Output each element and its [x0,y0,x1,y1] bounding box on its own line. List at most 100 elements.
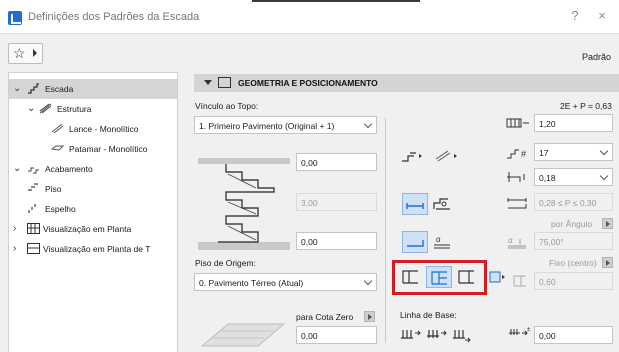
tree-item-lance[interactable]: Lance - Monolítico [9,119,177,139]
collapse-icon[interactable] [204,80,212,85]
baseline-label: Linha de Base: [400,310,457,320]
tread-depth-field: 0,28 ≤ P ≤ 0,30 [534,193,613,211]
fixed-label: Fixo (centro) [549,258,597,268]
svg-text:#: # [521,149,526,159]
stair-preview-image [198,158,290,250]
column-divider [385,118,386,343]
landing-icon [51,143,64,154]
chevron-right-icon[interactable]: › [13,223,16,234]
favorites-button[interactable]: ☆ [8,43,43,64]
origin-floor-select[interactable]: 0. Pavimento Térreo (Atual) [194,273,377,291]
settings-tree: ⌄ Escada ⌄ Estrutura Lance - Monolítico … [8,72,178,352]
fixed-offset-field: 0,60 [534,272,613,290]
stair-icon [27,83,40,94]
tree-item-visualizacao-planta[interactable]: › Visualização em Planta [9,219,177,239]
riser-count-mode-button[interactable] [430,193,456,215]
structure-type-button[interactable] [398,145,432,167]
angle-mode-label: por Ângulo [551,219,593,229]
chevron-right-icon[interactable]: › [13,243,16,254]
toolbar [0,34,619,72]
zero-ref-menu-button[interactable] [364,311,375,322]
tree-item-piso[interactable]: Piso [9,179,177,199]
riser-height-value: 0,18 [539,173,556,183]
base-preview-image [198,318,290,348]
riser-height-select[interactable]: 0,18 [534,168,613,186]
zero-ref-value: 0,00 [301,331,318,341]
tree-item-espelho[interactable]: Espelho [9,199,177,219]
fixed-menu-button[interactable] [602,257,613,268]
title-bar: Definições dos Padrões da Escada ? × [0,0,619,34]
tree-item-acabamento[interactable]: ⌄ Acabamento [9,159,177,179]
angle-field: 75,00° [534,232,613,250]
tree-item-escada[interactable]: ⌄ Escada [9,79,177,99]
tree-item-label: Lance - Monolítico [69,124,139,134]
tree-item-label: Espelho [45,204,76,214]
stair-height-lock-button[interactable] [402,193,428,215]
tree-item-label: Estrutura [57,104,92,114]
baseline-offset-value: 0,00 [539,331,556,341]
bottom-offset-value: 0,00 [301,237,318,247]
flight-icon [51,123,64,134]
tree-item-label: Escada [45,84,74,94]
flight-type-button[interactable] [432,145,466,167]
formula-label: 2E + P = 0,63 [560,101,612,111]
chevron-down-icon [599,146,609,156]
svg-text:α: α [436,235,441,244]
baseline-right-button[interactable] [450,322,476,344]
top-link-value: 1. Primeiro Pavimento (Original + 1) [199,121,335,131]
fixed-offset-value: 0,60 [539,277,556,287]
help-button[interactable]: ? [565,8,585,23]
tree-item-label: Acabamento [45,164,93,174]
flight-width-value: 1,20 [539,119,556,129]
app-icon [8,11,22,25]
riser-count-select[interactable]: 17 [534,143,613,161]
origin-floor-value: 0. Pavimento Térreo (Atual) [199,278,304,288]
angle-icon: α [506,235,530,249]
structure-icon [39,103,52,114]
flight-width-icon [506,117,530,129]
top-offset-field[interactable]: 0,00 [296,153,377,171]
section-title: GEOMETRIA E POSICIONAMENTO [238,78,378,88]
top-divider [252,0,420,2]
stair-height-value: 3,00 [301,198,318,208]
chevron-right-icon [33,49,37,57]
window-title: Definições dos Padrões da Escada [28,11,200,23]
tree-item-visualizacao-planta-t[interactable]: › Visualização em Planta de T [9,239,177,259]
riser-count-value: 17 [539,148,549,158]
walking-line-options-button[interactable] [488,266,508,288]
top-offset-value: 0,00 [301,158,318,168]
chevron-down-icon [363,276,373,286]
zero-ref-field[interactable]: 0,00 [296,326,377,344]
angle-mode-menu-button[interactable] [602,218,613,229]
chevron-down-icon[interactable]: ⌄ [13,83,21,94]
tread-icon [27,183,40,194]
star-icon: ☆ [13,45,26,61]
baseline-offset-field[interactable]: 0,00 [534,326,613,344]
close-button[interactable]: × [592,8,612,23]
chevron-down-icon[interactable]: ⌄ [27,103,35,114]
baseline-offset-icon: ± [508,325,532,339]
tread-depth-icon [506,196,530,210]
tree-item-label: Visualização em Planta de T [43,244,151,254]
baseline-center-button[interactable] [424,322,450,344]
plan-view-icon [27,223,40,234]
tread-depth-value: 0,28 ≤ P ≤ 0,30 [539,198,597,208]
riser-icon [27,203,40,214]
tree-item-patamar[interactable]: Patamar - Monolítico [9,139,177,159]
svg-text:α: α [508,236,513,245]
section-header[interactable]: GEOMETRIA E POSICIONAMENTO [194,74,619,92]
flight-width-field[interactable]: 1,20 [534,114,613,132]
zero-ref-label: para Cota Zero [296,312,354,322]
top-link-select[interactable]: 1. Primeiro Pavimento (Original + 1) [194,116,377,134]
tree-item-label: Visualização em Planta [43,224,132,234]
tree-item-label: Piso [45,184,62,194]
bottom-offset-field[interactable]: 0,00 [296,232,377,250]
riser-count-icon: # [506,146,530,160]
walking-line-offset-icon [512,274,528,288]
tree-item-estrutura[interactable]: ⌄ Estrutura [9,99,177,119]
angle-mode-button[interactable]: α [430,231,456,253]
bottom-lock-button[interactable] [402,231,428,253]
chevron-down-icon[interactable]: ⌄ [13,163,21,174]
svg-text:±: ± [527,327,531,333]
baseline-left-button[interactable] [398,322,424,344]
